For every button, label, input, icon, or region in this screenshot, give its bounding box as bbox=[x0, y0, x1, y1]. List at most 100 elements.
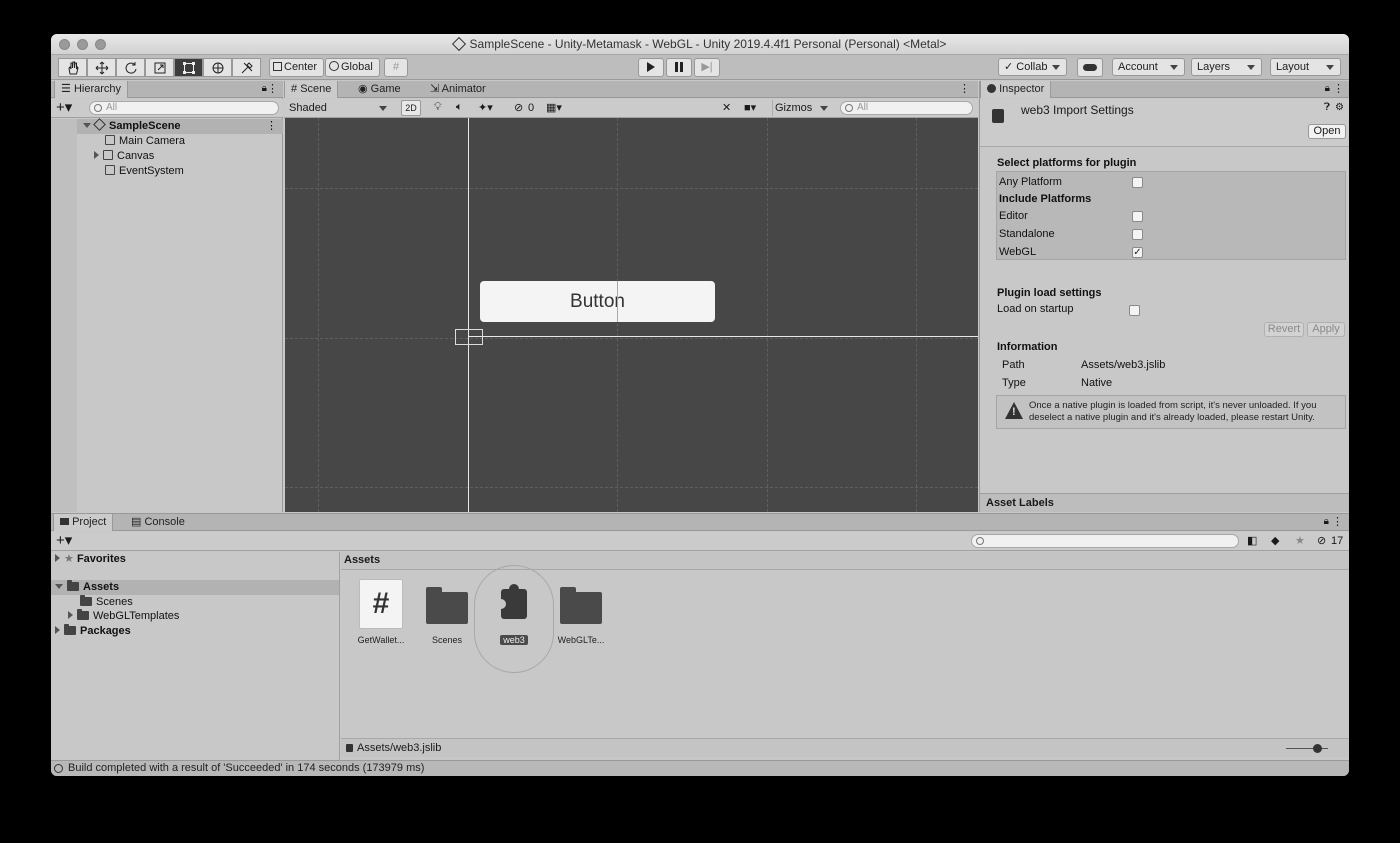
scene-ui-button[interactable]: Button bbox=[480, 281, 715, 322]
filter-by-label-icon[interactable]: ◆ bbox=[1271, 534, 1279, 547]
add-icon[interactable]: +▾ bbox=[56, 532, 72, 550]
move-tool-button[interactable] bbox=[87, 58, 116, 77]
asset-scenes-folder[interactable]: Scenes bbox=[417, 579, 477, 645]
scene-name: SampleScene bbox=[109, 120, 181, 132]
tree-favorites[interactable]: ★ Favorites bbox=[55, 552, 126, 567]
account-dropdown[interactable]: Account bbox=[1112, 58, 1185, 76]
tab-hierarchy[interactable]: ☰ Hierarchy bbox=[54, 81, 129, 98]
tab-game[interactable]: ◉ Game bbox=[352, 81, 407, 98]
info-icon bbox=[54, 764, 63, 773]
shading-mode-dropdown[interactable]: Shaded bbox=[286, 100, 393, 116]
breadcrumb-assets[interactable]: Assets bbox=[344, 554, 380, 566]
hierarchy-item-eventsystem[interactable]: EventSystem bbox=[105, 164, 184, 179]
scene-viewport[interactable]: Button bbox=[285, 118, 978, 512]
lock-icon[interactable]: 🔒︎ bbox=[1325, 83, 1330, 94]
gear-icon[interactable]: ⚙︎ bbox=[1335, 102, 1344, 113]
slider-handle[interactable] bbox=[1313, 744, 1322, 753]
lighting-icon[interactable]: 💡︎ bbox=[434, 101, 442, 114]
expand-arrow-icon[interactable] bbox=[68, 611, 73, 619]
layers-dropdown[interactable]: Layers bbox=[1191, 58, 1262, 76]
effects-icon[interactable]: ✦▾ bbox=[478, 101, 493, 114]
tree-webgltemplates[interactable]: WebGLTemplates bbox=[68, 609, 179, 624]
tree-packages[interactable]: Packages bbox=[55, 624, 131, 639]
lock-icon[interactable]: 🔒︎ bbox=[1324, 516, 1329, 527]
step-button[interactable]: ▶| bbox=[694, 58, 720, 77]
audio-icon[interactable]: 🔈︎ bbox=[456, 101, 463, 114]
tab-inspector[interactable]: Inspector bbox=[980, 81, 1052, 98]
zoom-window-button[interactable] bbox=[95, 39, 106, 50]
tree-scenes[interactable]: Scenes bbox=[80, 595, 133, 610]
collab-dropdown[interactable]: ✓ Collab bbox=[998, 58, 1067, 76]
snap-button[interactable]: # bbox=[384, 58, 408, 77]
hidden-packages-icon[interactable]: ⊘ bbox=[1317, 534, 1326, 547]
expand-arrow-icon[interactable] bbox=[83, 123, 91, 128]
hierarchy-search-input[interactable]: All bbox=[89, 101, 279, 115]
pause-button[interactable] bbox=[666, 58, 692, 77]
open-button[interactable]: Open bbox=[1308, 124, 1346, 139]
search-icon bbox=[976, 537, 984, 545]
camera-gizmo[interactable] bbox=[455, 329, 483, 345]
revert-button[interactable]: Revert bbox=[1264, 322, 1304, 337]
kebab-menu-icon[interactable]: ⋮ bbox=[266, 119, 277, 134]
close-window-button[interactable] bbox=[59, 39, 70, 50]
asset-web3-plugin[interactable]: web3 bbox=[484, 579, 544, 645]
filter-by-type-icon[interactable]: ◧ bbox=[1247, 534, 1257, 547]
rotate-tool-button[interactable] bbox=[116, 58, 145, 77]
chevron-down-icon bbox=[379, 106, 387, 111]
apply-button-label: Apply bbox=[1312, 323, 1340, 335]
rect-tool-button[interactable] bbox=[174, 58, 203, 77]
minimize-window-button[interactable] bbox=[77, 39, 88, 50]
hidden-objects-icon[interactable]: ⊘ bbox=[514, 101, 523, 114]
tab-scene[interactable]: # Scene bbox=[284, 81, 339, 98]
tools-icon[interactable]: ✕ bbox=[722, 101, 731, 114]
asset-webgltemplates-folder[interactable]: WebGLTe... bbox=[551, 579, 611, 645]
scale-tool-button[interactable] bbox=[145, 58, 174, 77]
help-icon[interactable]: ❓︎ bbox=[1324, 102, 1330, 113]
inspector-header: web3 Import Settings ❓︎ ⚙︎ Open bbox=[980, 99, 1349, 147]
favorite-star-icon[interactable]: ★ bbox=[1295, 534, 1305, 547]
tree-assets[interactable]: Assets bbox=[51, 580, 339, 595]
expand-arrow-icon[interactable] bbox=[55, 626, 60, 634]
kebab-menu-icon[interactable]: ⋮ bbox=[1332, 515, 1343, 528]
kebab-menu-icon[interactable]: ⋮ bbox=[267, 82, 278, 95]
tab-console[interactable]: ▤ Console bbox=[125, 514, 191, 531]
expand-arrow-icon[interactable] bbox=[55, 554, 60, 562]
project-search-input[interactable] bbox=[971, 534, 1239, 548]
platform-webgl-checkbox[interactable]: ✓ bbox=[1132, 247, 1143, 258]
transform-tool-button[interactable] bbox=[203, 58, 232, 77]
add-icon[interactable]: +▾ bbox=[56, 99, 72, 117]
kebab-menu-icon[interactable]: ⋮ bbox=[1333, 82, 1344, 95]
scene-row[interactable]: SampleScene ⋮ bbox=[77, 118, 283, 134]
scene-search-input[interactable]: All bbox=[840, 101, 973, 115]
asset-labels-header[interactable]: Asset Labels bbox=[980, 493, 1349, 512]
kebab-menu-icon[interactable]: ⋮ bbox=[959, 82, 970, 95]
custom-tool-button[interactable] bbox=[232, 58, 261, 77]
space-toggle-button[interactable]: Global bbox=[325, 58, 380, 77]
apply-button[interactable]: Apply bbox=[1307, 322, 1345, 337]
scene-toolbar: Shaded 2D 💡︎ 🔈︎ ✦▾ ⊘ 0 ▦▾ ✕ ■▾ Gizmos Al… bbox=[284, 99, 978, 118]
layout-dropdown[interactable]: Layout bbox=[1270, 58, 1341, 76]
icon-size-slider[interactable] bbox=[1286, 744, 1328, 753]
cloud-button[interactable] bbox=[1077, 58, 1103, 77]
tab-animator[interactable]: ⇲ Animator bbox=[424, 81, 492, 98]
platform-editor-checkbox[interactable] bbox=[1132, 211, 1143, 222]
expand-arrow-icon[interactable] bbox=[55, 584, 63, 589]
expand-arrow-icon[interactable] bbox=[94, 151, 99, 159]
any-platform-checkbox[interactable] bbox=[1132, 177, 1143, 188]
status-message[interactable]: Build completed with a result of 'Succee… bbox=[68, 762, 424, 774]
play-button[interactable] bbox=[638, 58, 664, 77]
2d-toggle-button[interactable]: 2D bbox=[401, 100, 421, 116]
console-icon: ▤ bbox=[131, 516, 142, 528]
chevron-down-icon bbox=[820, 106, 828, 111]
hierarchy-item-main-camera[interactable]: Main Camera bbox=[105, 134, 185, 149]
platform-standalone-checkbox[interactable] bbox=[1132, 229, 1143, 240]
asset-getwallet[interactable]: # GetWallet... bbox=[351, 579, 411, 645]
camera-icon[interactable]: ■▾ bbox=[744, 101, 756, 114]
pivot-toggle-button[interactable]: Center bbox=[269, 58, 324, 77]
load-on-startup-checkbox[interactable] bbox=[1129, 305, 1140, 316]
hierarchy-item-canvas[interactable]: Canvas bbox=[94, 149, 154, 164]
tab-project[interactable]: Project bbox=[53, 514, 114, 531]
hand-tool-button[interactable] bbox=[58, 58, 87, 77]
grid-icon[interactable]: ▦▾ bbox=[546, 101, 562, 114]
gizmos-dropdown[interactable]: Gizmos bbox=[772, 100, 832, 116]
